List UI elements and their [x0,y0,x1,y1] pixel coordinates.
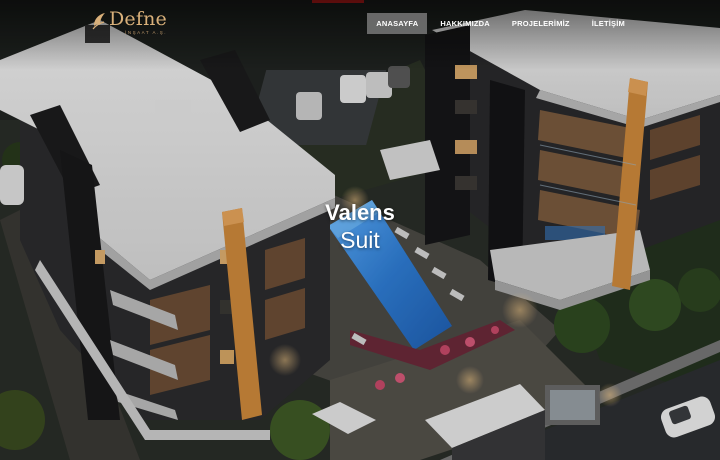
hero-title: Valens Suit [0,200,720,254]
nav-item-about[interactable]: HAKKIMIZDA [431,13,499,34]
nav-item-projects[interactable]: PROJELERİMİZ [503,13,579,34]
hero-title-line-2: Suit [340,227,380,253]
brand-subtitle: İNŞAAT A.Ş. [125,30,167,35]
hero-banner: Defne İNŞAAT A.Ş. ANASAYFA HAKKIMIZDA PR… [0,0,720,460]
nav-item-contact[interactable]: İLETİŞİM [583,13,634,34]
nav-item-home[interactable]: ANASAYFA [367,13,428,34]
brand-logo[interactable]: Defne İNŞAAT A.Ş. [92,10,167,35]
top-navigation-bar: Defne İNŞAAT A.Ş. ANASAYFA HAKKIMIZDA PR… [0,0,720,46]
main-nav: ANASAYFA HAKKIMIZDA PROJELERİMİZ İLETİŞİ… [367,13,634,34]
leaf-emblem-icon [92,13,105,30]
brand-name: Defne [109,8,167,30]
hero-title-line-1: Valens [325,200,395,225]
